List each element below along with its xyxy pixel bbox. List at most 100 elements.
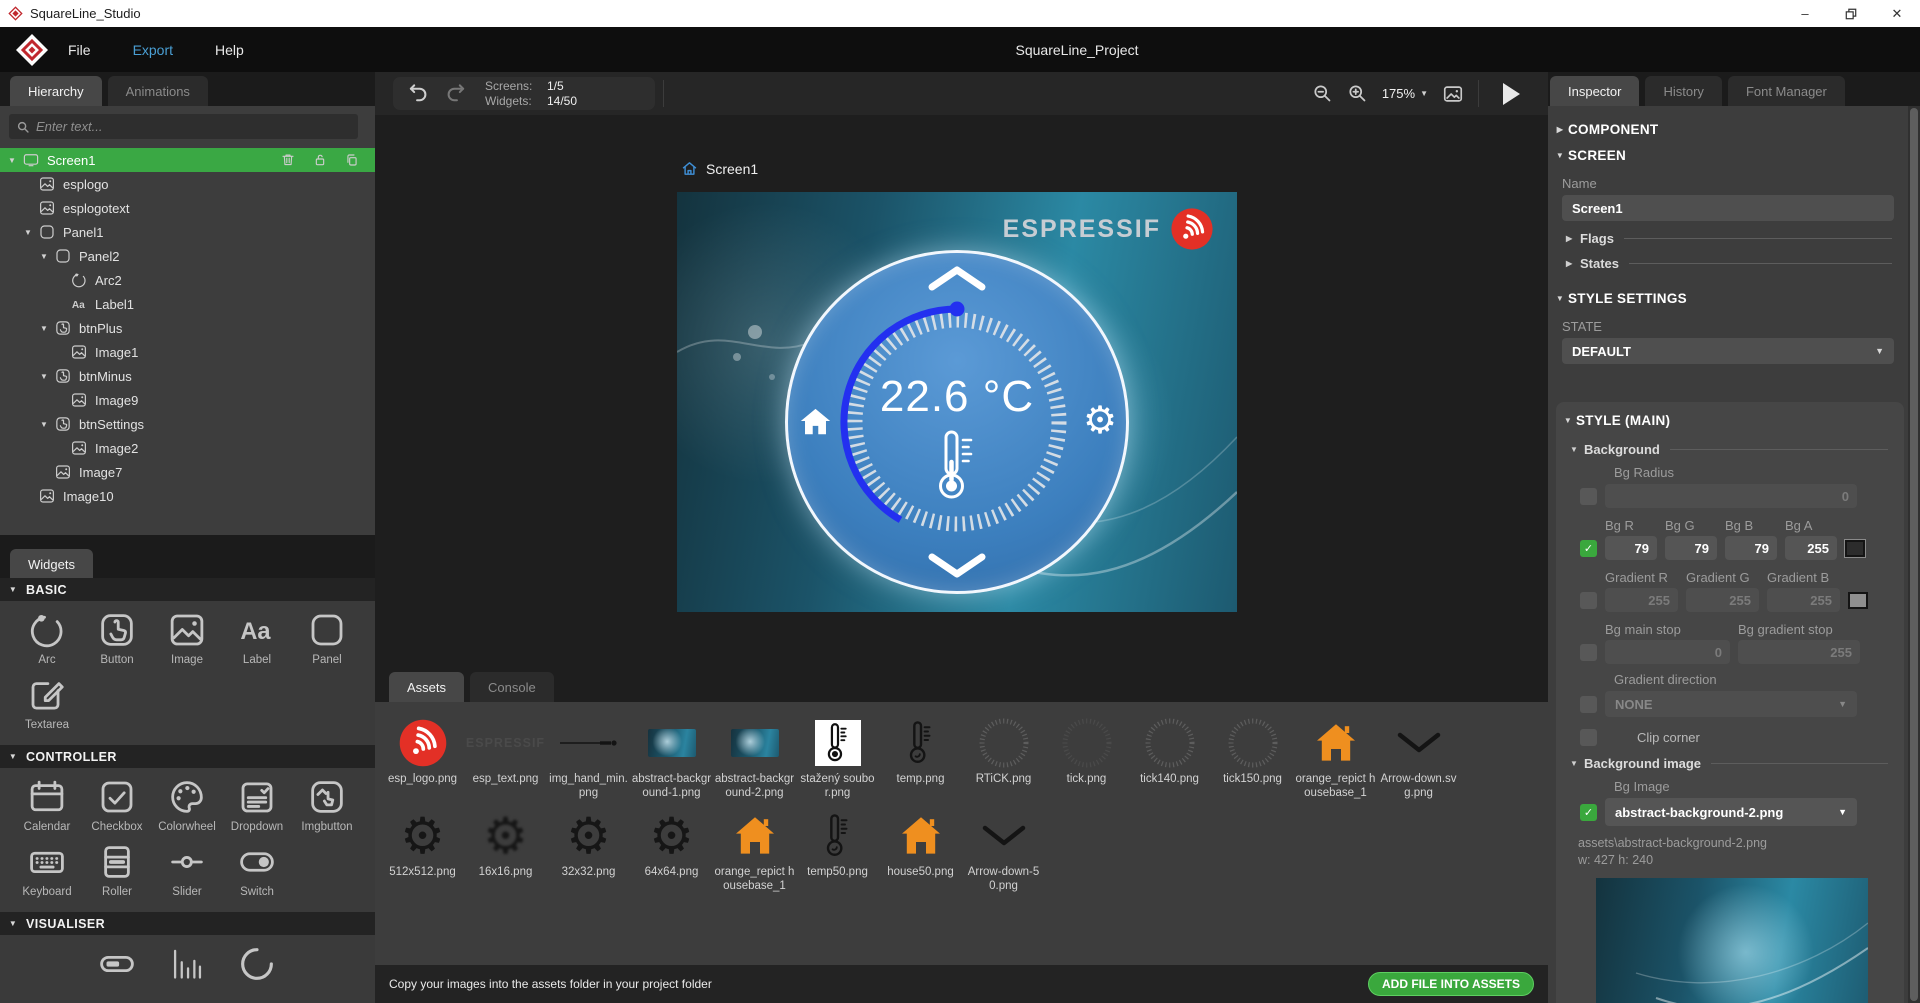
gradient-g-input[interactable]: 255 bbox=[1686, 588, 1759, 612]
bg-main-stop-input[interactable]: 0 bbox=[1605, 640, 1730, 664]
asset-item[interactable]: Arrow-down-50.png bbox=[962, 807, 1045, 894]
widget-dropdown[interactable]: Dropdown bbox=[222, 776, 292, 833]
tree-item-screen1[interactable]: ▼Screen1 bbox=[0, 148, 375, 172]
widget-switch[interactable]: Switch bbox=[222, 841, 292, 898]
gradient-b-input[interactable]: 255 bbox=[1767, 588, 1840, 612]
gradient-r-input[interactable]: 255 bbox=[1605, 588, 1678, 612]
tree-item-panel2[interactable]: ▼Panel2 bbox=[0, 244, 375, 268]
asset-item[interactable]: esp_logo.png bbox=[381, 714, 464, 801]
tree-item-image7[interactable]: Image7 bbox=[0, 460, 375, 484]
chevron-down-icon[interactable]: ▼ bbox=[8, 156, 22, 165]
undo-icon[interactable] bbox=[407, 82, 430, 105]
tree-item-btnsettings[interactable]: ▼btnSettings bbox=[0, 412, 375, 436]
asset-item[interactable]: orange_repict housebase_1 bbox=[713, 807, 796, 894]
design-canvas[interactable]: ESPRESSIF ⚙ 22.6 °C bbox=[677, 192, 1237, 612]
asset-item[interactable]: img_hand_min.png bbox=[547, 714, 630, 801]
bg-image-dropdown[interactable]: abstract-background-2.png ▼ bbox=[1605, 798, 1857, 826]
asset-item[interactable]: ⚙512x512.png bbox=[381, 807, 464, 894]
background-image-subsection[interactable]: ▼ Background image bbox=[1570, 756, 1904, 771]
zoom-level-dropdown[interactable]: 175% ▼ bbox=[1382, 86, 1428, 101]
widget-roller[interactable]: Roller bbox=[82, 841, 152, 898]
zoom-in-icon[interactable] bbox=[1347, 83, 1368, 104]
asset-item[interactable]: tick140.png bbox=[1128, 714, 1211, 801]
search-input[interactable] bbox=[36, 119, 336, 134]
section-screen[interactable]: ▼ SCREEN bbox=[1548, 142, 1908, 168]
widget-section-controller[interactable]: ▼CONTROLLER bbox=[0, 745, 375, 768]
delete-icon[interactable] bbox=[280, 152, 296, 168]
canvas-screen-label[interactable]: Screen1 bbox=[681, 160, 758, 177]
menu-item-export[interactable]: Export bbox=[133, 42, 173, 58]
background-subsection[interactable]: ▼ Background bbox=[1570, 442, 1904, 457]
section-style-settings[interactable]: ▼ STYLE SETTINGS bbox=[1548, 285, 1908, 311]
widget-label[interactable]: AaLabel bbox=[222, 609, 292, 666]
bg-r-input[interactable]: 79 bbox=[1605, 536, 1657, 560]
widget-arc[interactable]: Arc bbox=[12, 609, 82, 666]
widget-colorwheel[interactable]: Colorwheel bbox=[152, 776, 222, 833]
zoom-out-icon[interactable] bbox=[1312, 83, 1333, 104]
bg-b-input[interactable]: 79 bbox=[1725, 536, 1777, 560]
section-style-main[interactable]: ▼ STYLE (MAIN) bbox=[1556, 408, 1904, 432]
section-component[interactable]: ▶ COMPONENT bbox=[1548, 116, 1908, 142]
tree-item-image9[interactable]: Image9 bbox=[0, 388, 375, 412]
asset-item[interactable]: abstract-background-1.png bbox=[630, 714, 713, 801]
chevron-down-icon[interactable]: ▼ bbox=[40, 372, 54, 381]
widget-textarea[interactable]: Textarea bbox=[12, 674, 82, 731]
widget-bar[interactable] bbox=[82, 943, 152, 985]
widget-checkbox[interactable]: Checkbox bbox=[82, 776, 152, 833]
tab-font-manager[interactable]: Font Manager bbox=[1728, 76, 1845, 106]
bg-image-checkbox[interactable]: ✓ bbox=[1580, 804, 1597, 821]
gradient-color-swatch[interactable] bbox=[1848, 592, 1868, 609]
inspector-scrollbar[interactable] bbox=[1908, 106, 1920, 1003]
unlock-icon[interactable] bbox=[312, 152, 328, 168]
tree-item-label1[interactable]: AaLabel1 bbox=[0, 292, 375, 316]
tab-widgets[interactable]: Widgets bbox=[10, 549, 93, 579]
tree-item-esplogo[interactable]: esplogo bbox=[0, 172, 375, 196]
chevron-down-icon[interactable]: ▼ bbox=[40, 420, 54, 429]
bg-radius-checkbox[interactable] bbox=[1580, 488, 1597, 505]
widget-keyboard[interactable]: Keyboard bbox=[12, 841, 82, 898]
bg-radius-input[interactable]: 0 bbox=[1605, 484, 1857, 508]
widget-section-visualiser[interactable]: ▼VISUALISER bbox=[0, 912, 375, 935]
widget-panel[interactable]: Panel bbox=[292, 609, 362, 666]
asset-item[interactable]: tick.png bbox=[1045, 714, 1128, 801]
tab-history[interactable]: History bbox=[1645, 76, 1721, 106]
tree-item-image2[interactable]: Image2 bbox=[0, 436, 375, 460]
gradient-direction-checkbox[interactable] bbox=[1580, 696, 1597, 713]
tree-item-arc2[interactable]: Arc2 bbox=[0, 268, 375, 292]
chevron-down-icon[interactable]: ▼ bbox=[24, 228, 38, 237]
duplicate-icon[interactable] bbox=[344, 152, 360, 168]
widget-calendar[interactable]: Calendar bbox=[12, 776, 82, 833]
chevron-down-icon[interactable]: ▼ bbox=[40, 252, 54, 261]
asset-item[interactable]: tick150.png bbox=[1211, 714, 1294, 801]
asset-item[interactable]: house50.png bbox=[879, 807, 962, 894]
tree-item-image10[interactable]: Image10 bbox=[0, 484, 375, 508]
bg-color-checkbox[interactable]: ✓ bbox=[1580, 540, 1597, 557]
asset-item[interactable]: ⚙32x32.png bbox=[547, 807, 630, 894]
tab-assets[interactable]: Assets bbox=[389, 672, 464, 702]
tree-item-image1[interactable]: Image1 bbox=[0, 340, 375, 364]
tab-inspector[interactable]: Inspector bbox=[1550, 76, 1639, 106]
tree-item-btnplus[interactable]: ▼btnPlus bbox=[0, 316, 375, 340]
widget-button[interactable]: Button bbox=[82, 609, 152, 666]
asset-item[interactable]: abstract-background-2.png bbox=[713, 714, 796, 801]
asset-item[interactable]: orange_repict housebase_1 bbox=[1294, 714, 1377, 801]
widget-spinner[interactable] bbox=[222, 943, 292, 985]
tab-console[interactable]: Console bbox=[470, 672, 554, 702]
asset-item[interactable]: RTiCK.png bbox=[962, 714, 1045, 801]
chevron-down-icon[interactable]: ▼ bbox=[40, 324, 54, 333]
widget-imgbutton[interactable]: Imgbutton bbox=[292, 776, 362, 833]
asset-item[interactable]: temp50.png bbox=[796, 807, 879, 894]
redo-icon[interactable] bbox=[444, 82, 467, 105]
tree-item-esplogotext[interactable]: esplogotext bbox=[0, 196, 375, 220]
bg-a-input[interactable]: 255 bbox=[1785, 536, 1837, 560]
asset-item[interactable]: temp.png bbox=[879, 714, 962, 801]
widget-slider[interactable]: Slider bbox=[152, 841, 222, 898]
gradient-checkbox[interactable] bbox=[1580, 592, 1597, 609]
play-button[interactable] bbox=[1503, 83, 1520, 105]
flags-row[interactable]: ▶ Flags bbox=[1566, 231, 1908, 246]
bg-color-swatch[interactable] bbox=[1845, 540, 1865, 557]
states-row[interactable]: ▶ States bbox=[1566, 256, 1908, 271]
minimize-button[interactable]: – bbox=[1782, 0, 1828, 27]
stops-checkbox[interactable] bbox=[1580, 644, 1597, 661]
widget-image[interactable]: Image bbox=[152, 609, 222, 666]
